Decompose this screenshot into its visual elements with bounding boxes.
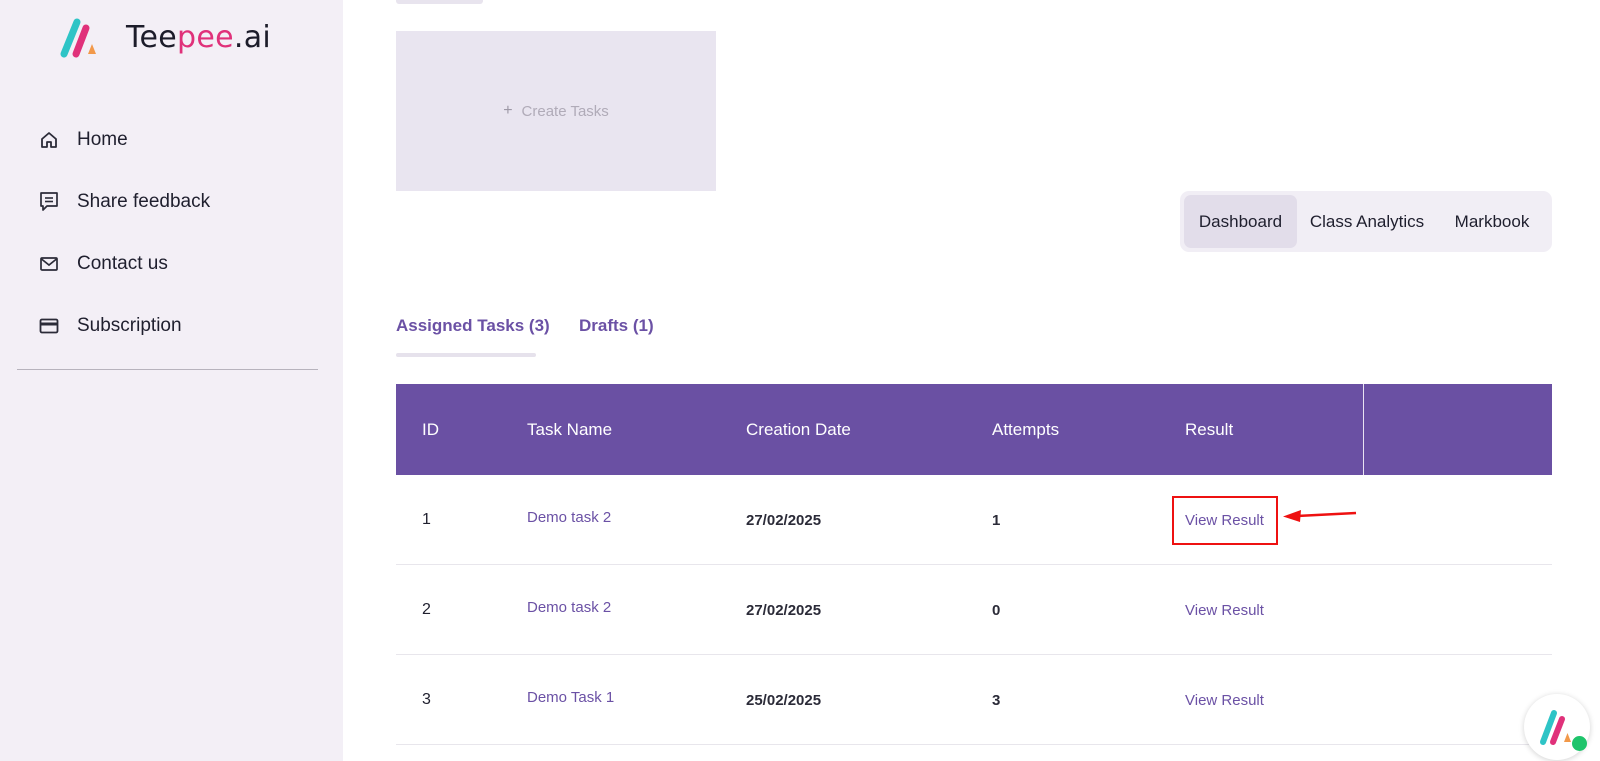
brand-name-end: .ai — [233, 19, 272, 55]
annotation-highlight-box — [1172, 496, 1278, 545]
home-icon — [38, 129, 60, 151]
view-result-link[interactable]: View Result — [1185, 655, 1264, 745]
tab-assigned-tasks[interactable]: Assigned Tasks (3) — [396, 316, 550, 336]
table-header: ID Task Name Creation Date Attempts Resu… — [396, 384, 1552, 475]
cell-id: 3 — [422, 691, 431, 708]
credit-card-icon — [38, 315, 60, 337]
tasks-table: ID Task Name Creation Date Attempts Resu… — [396, 384, 1552, 745]
cell-attempts: 1 — [992, 511, 1001, 529]
top-stub — [396, 0, 483, 4]
cell-attempts: 0 — [992, 601, 1001, 619]
cell-id: 2 — [422, 601, 431, 618]
column-header-id: ID — [422, 419, 439, 439]
annotation-arrow-icon — [1283, 510, 1357, 522]
online-status-dot — [1572, 736, 1587, 751]
table-row: 2 Demo task 2 27/02/2025 0 View Result — [396, 565, 1552, 655]
sidebar: Teepee.ai Home Share feedback Contact us… — [0, 0, 343, 761]
sidebar-item-home[interactable]: Home — [38, 129, 128, 151]
cell-attempts: 3 — [992, 691, 1001, 709]
view-result-link[interactable]: View Result — [1185, 565, 1264, 655]
table-row: 1 Demo task 2 27/02/2025 1 View Result — [396, 475, 1552, 565]
column-header-creation-date: Creation Date — [746, 419, 851, 439]
sidebar-item-label: Home — [77, 129, 128, 150]
column-header-result: Result — [1185, 419, 1234, 439]
brand-name: Teepee.ai — [126, 20, 271, 55]
sidebar-item-label: Share feedback — [77, 191, 211, 212]
task-name-link[interactable]: Demo Task 1 — [527, 655, 614, 745]
mail-icon — [38, 253, 60, 275]
cell-creation-date: 27/02/2025 — [746, 601, 822, 619]
cell-id: 1 — [422, 511, 431, 528]
header-divider — [1363, 384, 1364, 475]
tab-drafts[interactable]: Drafts (1) — [579, 316, 654, 336]
task-name-link[interactable]: Demo task 2 — [527, 475, 611, 565]
feedback-icon — [38, 191, 60, 213]
brand-name-mid: pee — [177, 19, 234, 55]
sidebar-item-subscription[interactable]: Subscription — [38, 315, 182, 337]
active-tab-indicator — [396, 353, 536, 357]
cell-creation-date: 25/02/2025 — [746, 691, 822, 709]
create-tasks-button[interactable]: + Create Tasks — [396, 31, 716, 191]
brand-logo[interactable]: Teepee.ai — [58, 14, 271, 60]
class-analytics-tab-button[interactable]: Class Analytics — [1302, 195, 1432, 248]
teepee-logo-icon — [1540, 710, 1571, 745]
column-header-task-name: Task Name — [527, 419, 613, 439]
cell-creation-date: 27/02/2025 — [746, 511, 822, 529]
markbook-tab-button[interactable]: Markbook — [1436, 195, 1548, 248]
sidebar-item-label: Contact us — [77, 253, 168, 274]
brand-name-start: Tee — [126, 19, 178, 55]
teepee-logo-icon — [60, 18, 96, 58]
plus-icon: + — [503, 102, 513, 119]
sidebar-item-label: Subscription — [77, 315, 182, 336]
sidebar-item-share-feedback[interactable]: Share feedback — [38, 191, 210, 213]
sidebar-item-contact-us[interactable]: Contact us — [38, 253, 168, 275]
view-switcher: Dashboard Class Analytics Markbook — [1180, 191, 1552, 252]
column-header-attempts: Attempts — [992, 419, 1060, 439]
dashboard-tab-button[interactable]: Dashboard — [1184, 195, 1297, 248]
table-row: 3 Demo Task 1 25/02/2025 3 View Result — [396, 655, 1552, 745]
create-tasks-label: Create Tasks — [521, 102, 609, 120]
sidebar-divider — [17, 369, 318, 370]
task-name-link[interactable]: Demo task 2 — [527, 565, 611, 655]
